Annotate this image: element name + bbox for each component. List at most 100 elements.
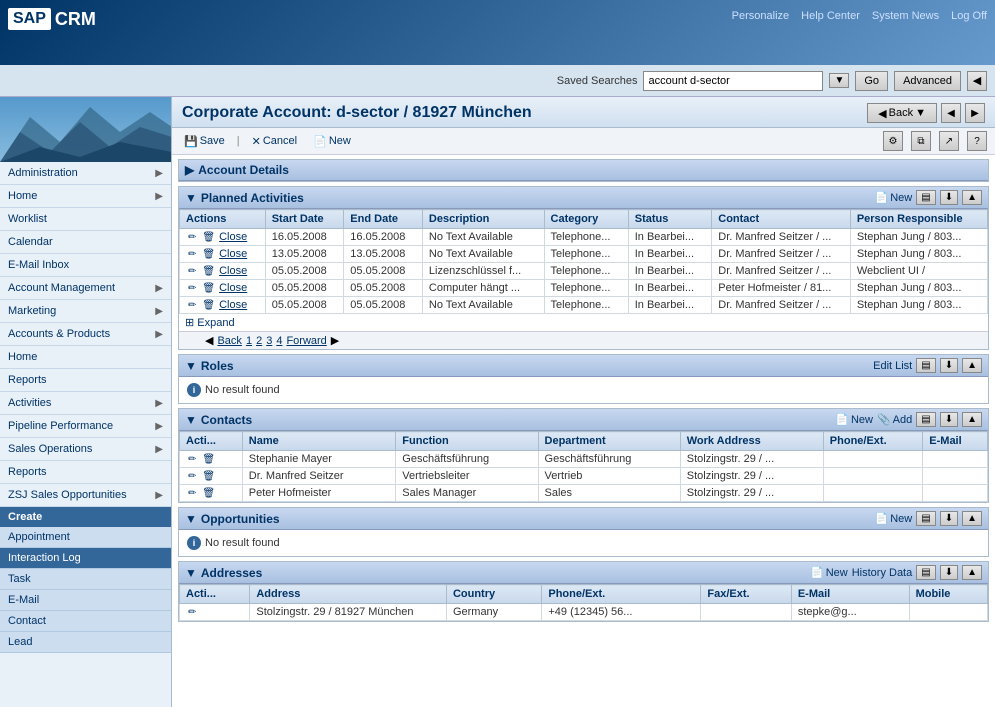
save-button[interactable]: 💾 Save (180, 134, 229, 149)
account-details-header[interactable]: ▶ Account Details (179, 160, 988, 181)
create-task[interactable]: Task (0, 569, 171, 590)
addresses-history-button[interactable]: History Data (852, 567, 913, 579)
collapse-search-button[interactable]: ◀ (967, 71, 987, 91)
contacts-collapse-btn[interactable]: ▲ (962, 412, 982, 427)
close-link[interactable]: Close (219, 282, 247, 294)
create-interaction-log[interactable]: Interaction Log (0, 548, 171, 569)
planned-activities-collapse-btn[interactable]: ▲ (962, 190, 982, 205)
sidebar-item-worklist[interactable]: Worklist (0, 208, 171, 231)
opps-collapse-btn[interactable]: ▲ (962, 511, 982, 526)
addresses-header[interactable]: ▼ Addresses 📄 New History Data ▤ ⬇ ▲ (179, 562, 988, 584)
close-link[interactable]: Close (219, 248, 247, 260)
new-button[interactable]: 📄 New (309, 134, 355, 149)
addr-collapse-btn[interactable]: ▲ (962, 565, 982, 580)
advanced-button[interactable]: Advanced (894, 71, 961, 91)
contacts-action2[interactable]: ⬇ (940, 412, 958, 427)
close-link[interactable]: Close (219, 265, 247, 277)
dropdown-arrow-icon[interactable]: ▼ (829, 73, 849, 88)
sidebar-item-reports2[interactable]: Reports (0, 461, 171, 484)
delete-btn[interactable]: 🗑 (200, 249, 217, 260)
delete-btn[interactable]: 🗑 (200, 454, 217, 465)
edit-btn[interactable]: ✏ (186, 266, 198, 277)
create-contact[interactable]: Contact (0, 611, 171, 632)
opportunities-header[interactable]: ▼ Opportunities 📄 New ▤ ⬇ ▲ (179, 508, 988, 530)
sidebar-item-home2[interactable]: Home (0, 346, 171, 369)
contacts-action1[interactable]: ▤ (916, 412, 935, 427)
edit-btn[interactable]: ✏ (186, 471, 198, 482)
edit-btn[interactable]: ✏ (186, 232, 198, 243)
page-3[interactable]: 3 (266, 335, 272, 347)
close-link[interactable]: Close (219, 231, 247, 243)
log-off-link[interactable]: Log Off (951, 10, 987, 22)
planned-activities-new-button[interactable]: 📄 New (875, 191, 913, 204)
personalize-link[interactable]: Personalize (732, 10, 789, 22)
sidebar-item-reports[interactable]: Reports (0, 369, 171, 392)
edit-btn[interactable]: ✏ (186, 283, 198, 294)
contacts-header[interactable]: ▼ Contacts 📄 New 📎 Add ▤ ⬇ ▲ (179, 409, 988, 431)
contacts-table: Acti... Name Function Department Work Ad… (179, 431, 988, 502)
go-button[interactable]: Go (855, 71, 888, 91)
contacts-new-button[interactable]: 📄 New (835, 413, 873, 426)
opps-action1[interactable]: ▤ (916, 511, 935, 526)
copy-icon-btn[interactable]: ⧉ (911, 131, 931, 151)
delete-btn[interactable]: 🗑 (200, 266, 217, 277)
sidebar-item-accounts-products[interactable]: Accounts & Products ▶ (0, 323, 171, 346)
system-news-link[interactable]: System News (872, 10, 939, 22)
sidebar-item-pipeline-performance[interactable]: Pipeline Performance ▶ (0, 415, 171, 438)
delete-btn[interactable]: 🗑 (200, 300, 217, 311)
edit-btn[interactable]: ✏ (186, 249, 198, 260)
help-icon-btn[interactable]: ? (967, 131, 987, 151)
contacts-add-button[interactable]: 📎 Add (877, 413, 912, 426)
close-link[interactable]: Close (219, 299, 247, 311)
help-center-link[interactable]: Help Center (801, 10, 860, 22)
delete-btn[interactable]: 🗑 (200, 232, 217, 243)
cancel-button[interactable]: ✕ Cancel (248, 134, 301, 149)
opportunities-new-button[interactable]: 📄 New (875, 512, 913, 525)
page-1[interactable]: 1 (246, 335, 252, 347)
back-button[interactable]: ◀ Back ▼ (867, 103, 937, 123)
sidebar-item-zsj-sales[interactable]: ZSJ Sales Opportunities ▶ (0, 484, 171, 507)
page-2[interactable]: 2 (256, 335, 262, 347)
sidebar-nav: Administration ▶ Home ▶ Worklist Calenda… (0, 162, 171, 507)
pagination-forward-label[interactable]: Forward (286, 335, 326, 347)
edit-btn[interactable]: ✏ (186, 488, 198, 499)
edit-btn[interactable]: ✏ (186, 607, 198, 618)
settings-icon-btn[interactable]: ⚙ (883, 131, 903, 151)
sidebar-item-sales-operations[interactable]: Sales Operations ▶ (0, 438, 171, 461)
create-email[interactable]: E-Mail (0, 590, 171, 611)
planned-activities-action1[interactable]: ▤ (916, 190, 935, 205)
roles-collapse-btn[interactable]: ▲ (962, 358, 982, 373)
edit-btn[interactable]: ✏ (186, 454, 198, 465)
roles-edit-list-button[interactable]: Edit List (873, 360, 912, 372)
roles-action1[interactable]: ▤ (916, 358, 935, 373)
addr-action1[interactable]: ▤ (916, 565, 935, 580)
nav-next-button[interactable]: ▶ (965, 103, 985, 123)
sidebar-item-administration[interactable]: Administration ▶ (0, 162, 171, 185)
nav-prev-button[interactable]: ◀ (941, 103, 961, 123)
edit-btn[interactable]: ✏ (186, 300, 198, 311)
roles-action2[interactable]: ⬇ (940, 358, 958, 373)
addr-action2[interactable]: ⬇ (940, 565, 958, 580)
planned-activities-header[interactable]: ▼ Planned Activities 📄 New ▤ ⬇ ▲ (179, 187, 988, 209)
opps-action2[interactable]: ⬇ (940, 511, 958, 526)
expand-button[interactable]: ⊞ Expand (185, 317, 235, 329)
delete-btn[interactable]: 🗑 (200, 283, 217, 294)
delete-btn[interactable]: 🗑 (200, 488, 217, 499)
delete-btn[interactable]: 🗑 (200, 471, 217, 482)
page-4[interactable]: 4 (276, 335, 282, 347)
sidebar-item-calendar[interactable]: Calendar (0, 231, 171, 254)
pagination-back-label[interactable]: Back (217, 335, 241, 347)
create-lead[interactable]: Lead (0, 632, 171, 653)
create-appointment[interactable]: Appointment (0, 527, 171, 548)
sidebar-item-home[interactable]: Home ▶ (0, 185, 171, 208)
addresses-new-button[interactable]: 📄 New (810, 566, 848, 579)
sidebar-item-marketing[interactable]: Marketing ▶ (0, 300, 171, 323)
sidebar-item-activities[interactable]: Activities ▶ (0, 392, 171, 415)
sidebar-item-account-management[interactable]: Account Management ▶ (0, 277, 171, 300)
collapse-icon: ▼ (185, 359, 197, 373)
sidebar-item-email-inbox[interactable]: E-Mail Inbox (0, 254, 171, 277)
export-icon-btn[interactable]: ↗ (939, 131, 959, 151)
planned-activities-action2[interactable]: ⬇ (940, 190, 958, 205)
roles-header[interactable]: ▼ Roles Edit List ▤ ⬇ ▲ (179, 355, 988, 377)
search-input[interactable] (643, 71, 823, 91)
